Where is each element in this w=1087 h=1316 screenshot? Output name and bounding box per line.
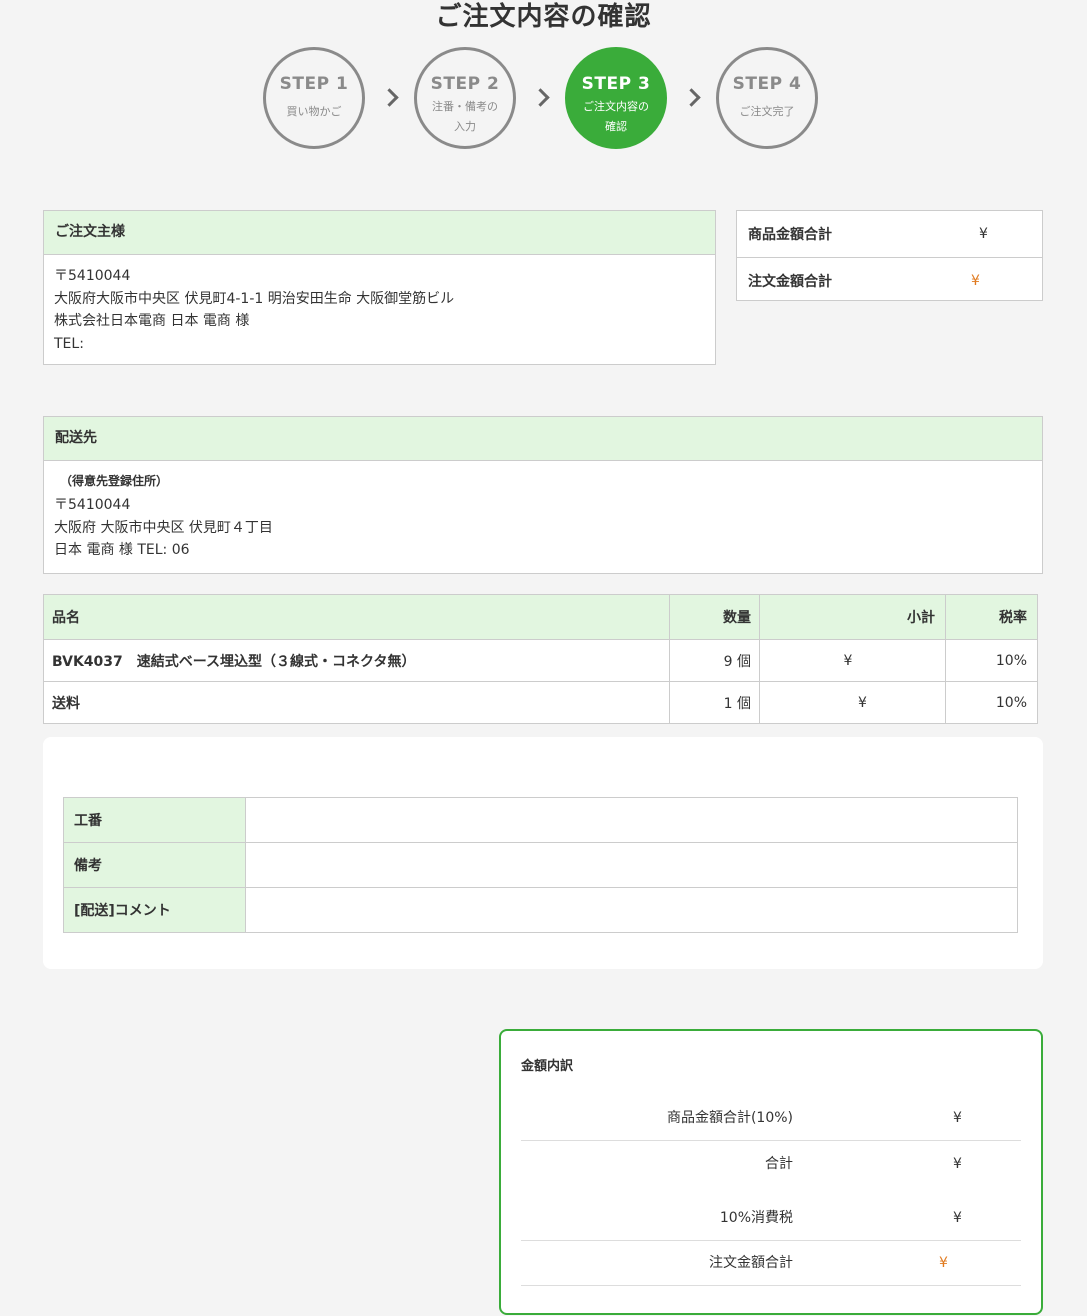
step-label: 注番・備考の 入力 — [432, 100, 498, 133]
notes-row-delivery-comment: [配送]コメント — [63, 887, 1018, 933]
breakdown-label: 商品金額合計(10%) — [666, 1110, 793, 1126]
summary-value: ¥ — [971, 273, 980, 289]
notes-label: 工番 — [63, 797, 246, 843]
orderer-name: 株式会社日本電商 日本 電商 様 — [54, 313, 250, 329]
notes-value-bikou — [245, 842, 1018, 888]
breakdown-label: 10%消費税 — [719, 1210, 793, 1226]
breakdown-value: ¥ — [953, 1110, 962, 1126]
step-4: STEP 4 ご注文完了 — [716, 47, 818, 149]
item-name: BVK4037 速結式ベース埋込型（３線式・コネクタ無） — [43, 639, 670, 682]
breakdown-value: ¥ — [953, 1210, 962, 1226]
item-subtotal: ¥ — [759, 639, 946, 682]
column-header-subtotal: 小計 — [759, 594, 946, 640]
shipping-name-tel: 日本 電商 様 TEL: 06 — [54, 542, 190, 558]
breakdown-label: 注文金額合計 — [709, 1255, 793, 1271]
page-title: ご注文内容の確認 — [435, 2, 652, 32]
notes-row-kouban: 工番 — [63, 797, 1018, 843]
notes-value-kouban — [245, 797, 1018, 843]
table-row: 送料 1 個 ¥ 10% — [43, 681, 1038, 724]
orderer-postal: 〒5410044 — [54, 268, 131, 284]
step-3: STEP 3 ご注文内容の 確認 — [565, 47, 667, 149]
item-qty: 9 個 — [669, 639, 760, 682]
items-table: 品名 数量 小計 税率 BVK4037 速結式ベース埋込型（３線式・コネクタ無）… — [43, 594, 1038, 724]
notes-value-delivery-comment — [245, 887, 1018, 933]
orderer-address: 大阪府大阪市中央区 伏見町4-1-1 明治安田生命 大阪御堂筋ビル — [54, 290, 455, 307]
column-header-qty: 数量 — [669, 594, 760, 640]
item-tax: 10% — [945, 639, 1038, 682]
table-row: BVK4037 速結式ベース埋込型（３線式・コネクタ無） 9 個 ¥ 10% — [43, 639, 1038, 682]
breakdown-value: ¥ — [953, 1156, 962, 1172]
breakdown-row: 商品金額合計(10%) ¥ — [521, 1096, 1021, 1141]
step-progress: STEP 1 買い物かご STEP 2 注番・備考の 入力 STEP 3 ご注文内… — [263, 47, 823, 155]
chevron-right-icon — [682, 88, 701, 107]
summary-row-order-total: 注文金額合計 ¥ — [737, 258, 1042, 305]
shipping-panel: 配送先 （得意先登録住所） 〒5410044 大阪府 大阪市中央区 伏見町４丁目… — [43, 416, 1043, 574]
item-qty: 1 個 — [669, 681, 760, 724]
orderer-heading: ご注文主様 — [44, 211, 715, 255]
summary-value: ¥ — [959, 211, 1042, 258]
summary-row-product-total: 商品金額合計 ¥ — [737, 211, 1042, 258]
notes-table: 工番 備考 [配送]コメント — [63, 797, 1018, 933]
step-label: ご注文内容の 確認 — [583, 100, 649, 133]
breakdown-row: 10%消費税 ¥ — [521, 1196, 1021, 1241]
notes-label: 備考 — [63, 842, 246, 888]
notes-row-bikou: 備考 — [63, 842, 1018, 888]
chevron-right-icon — [531, 88, 550, 107]
item-name: 送料 — [43, 681, 670, 724]
step-1: STEP 1 買い物かご — [263, 47, 365, 149]
summary-panel: 商品金額合計 ¥ 注文金額合計 ¥ — [736, 210, 1043, 301]
item-tax: 10% — [945, 681, 1038, 724]
notes-card: 工番 備考 [配送]コメント — [43, 737, 1043, 969]
notes-label: [配送]コメント — [63, 887, 246, 933]
breakdown-label: 合計 — [765, 1156, 793, 1172]
breakdown-title: 金額内訳 — [521, 1059, 574, 1074]
step-number: STEP 2 — [430, 74, 500, 94]
breakdown-row: 合計 ¥ — [521, 1142, 1021, 1186]
chevron-right-icon — [380, 88, 399, 107]
table-header-row: 品名 数量 小計 税率 — [43, 594, 1038, 640]
price-breakdown-panel: 金額内訳 商品金額合計(10%) ¥ 合計 ¥ 10%消費税 ¥ 注文金額合計 … — [499, 1029, 1043, 1315]
step-number: STEP 3 — [581, 74, 651, 94]
column-header-name: 品名 — [43, 594, 670, 640]
shipping-subheading: （得意先登録住所） — [60, 474, 169, 488]
item-subtotal: ¥ — [759, 681, 946, 724]
step-number: STEP 4 — [732, 74, 802, 94]
summary-label: 注文金額合計 — [748, 274, 832, 290]
summary-label: 商品金額合計 — [737, 211, 959, 258]
shipping-address: 大阪府 大阪市中央区 伏見町４丁目 — [54, 519, 273, 536]
step-label: ご注文完了 — [739, 105, 795, 118]
step-label: 買い物かご — [286, 105, 342, 118]
shipping-heading: 配送先 — [44, 417, 1042, 461]
column-header-tax: 税率 — [945, 594, 1038, 640]
orderer-panel: ご注文主様 〒5410044 大阪府大阪市中央区 伏見町4-1-1 明治安田生命… — [43, 210, 716, 365]
breakdown-row: 注文金額合計 ¥ — [521, 1241, 1021, 1286]
shipping-postal: 〒5410044 — [54, 497, 131, 513]
orderer-tel: TEL: — [54, 335, 84, 352]
breakdown-value: ¥ — [939, 1255, 948, 1271]
step-2: STEP 2 注番・備考の 入力 — [414, 47, 516, 149]
step-number: STEP 1 — [279, 74, 349, 94]
